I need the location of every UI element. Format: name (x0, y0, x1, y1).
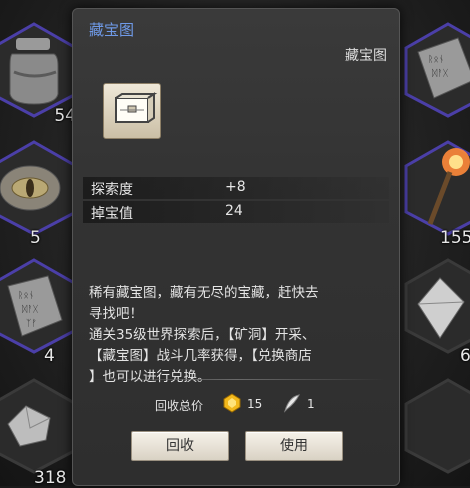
item-title: 藏宝图 (89, 21, 135, 39)
description-line: 通关35级世界探索后，【矿洞】开采、 (89, 327, 316, 343)
inventory-slot-eye-stone[interactable]: 5 (0, 140, 82, 248)
inventory-slot-diamond[interactable]: 6 (400, 258, 470, 366)
eye-stone-icon (0, 165, 61, 211)
hex-frame-icon (404, 378, 470, 474)
svg-text:ᛞᚨᚷ: ᛞᚨᚷ (432, 68, 449, 79)
stat-key: 掉宝值 (91, 206, 133, 222)
recycle-button[interactable]: 回收 (131, 431, 229, 461)
stat-value: +8 (225, 179, 246, 195)
description-line: 】也可以进行兑换。 (89, 369, 211, 385)
item-description: 稀有藏宝图，藏有无尽的宝藏，赶快去 寻找吧！ 通关35级世界探索后，【矿洞】开采… (89, 283, 385, 388)
divider (87, 379, 385, 380)
inventory-slot-rune-tablet-2[interactable]: ᚱᛟᚾ ᛞᚨᚷ (400, 22, 470, 118)
use-button[interactable]: 使用 (245, 431, 343, 461)
stat-row-exploration: 探索度 +8 (83, 177, 389, 199)
hex-frame-icon (0, 378, 78, 474)
inventory-slot-fire-staff[interactable]: 155 (400, 140, 470, 248)
gold-amount: 15 (247, 397, 263, 411)
inventory-slot-empty[interactable] (400, 378, 470, 474)
hex-frame-icon (0, 22, 78, 118)
stat-row-drop-value: 掉宝值 24 (83, 201, 389, 223)
item-count: 4 (44, 346, 55, 366)
feather-amount: 1 (307, 397, 315, 411)
item-tooltip-panel: 藏宝图 藏宝图 探索度 +8 掉宝值 24 稀有藏宝图，藏有无尽的宝藏，赶快去 … (72, 8, 400, 486)
svg-text:ᛉᚠ: ᛉᚠ (26, 318, 37, 329)
item-count: 5 (30, 228, 41, 248)
recycle-price-row: 回收总价 15 1 (73, 393, 399, 415)
svg-text:ᚱᛟᚾ: ᚱᛟᚾ (18, 290, 34, 301)
inventory-slot-jar[interactable]: 54 (0, 22, 82, 126)
item-count: 155 (440, 228, 470, 248)
description-line: 稀有藏宝图，藏有无尽的宝藏，赶快去 (89, 285, 319, 301)
recycle-price-label: 回收总价 (155, 399, 204, 413)
gold-coin-icon (223, 393, 241, 416)
item-type-label: 藏宝图 (345, 48, 387, 64)
hex-frame-icon: ᚱᛟᚾ ᛞᚨᚷ (404, 22, 470, 118)
inventory-slot-rune-tablet[interactable]: ᚱᛟᚾ ᛞᚨᚷ ᛉᚠ 4 (0, 258, 82, 366)
hex-frame-icon (404, 140, 470, 236)
hex-frame-icon (0, 140, 78, 236)
description-line: 【藏宝图】战斗几率获得，【兑换商店 (89, 348, 312, 364)
stat-value: 24 (225, 203, 243, 219)
description-line: 寻找吧！ (89, 306, 143, 322)
item-count: 6 (460, 346, 470, 366)
svg-text:ᚱᛟᚾ: ᚱᛟᚾ (428, 54, 444, 65)
hex-frame-icon: ᚱᛟᚾ ᛞᚨᚷ ᛉᚠ (0, 258, 78, 354)
stat-key: 探索度 (91, 182, 133, 198)
hex-frame-icon (404, 258, 470, 354)
svg-text:ᛞᚨᚷ: ᛞᚨᚷ (22, 304, 39, 315)
inventory-slot-crystal-shard[interactable]: 318 (0, 378, 82, 488)
feather-icon (283, 393, 301, 416)
treasure-map-icon (103, 83, 161, 139)
item-count: 318 (34, 468, 67, 488)
